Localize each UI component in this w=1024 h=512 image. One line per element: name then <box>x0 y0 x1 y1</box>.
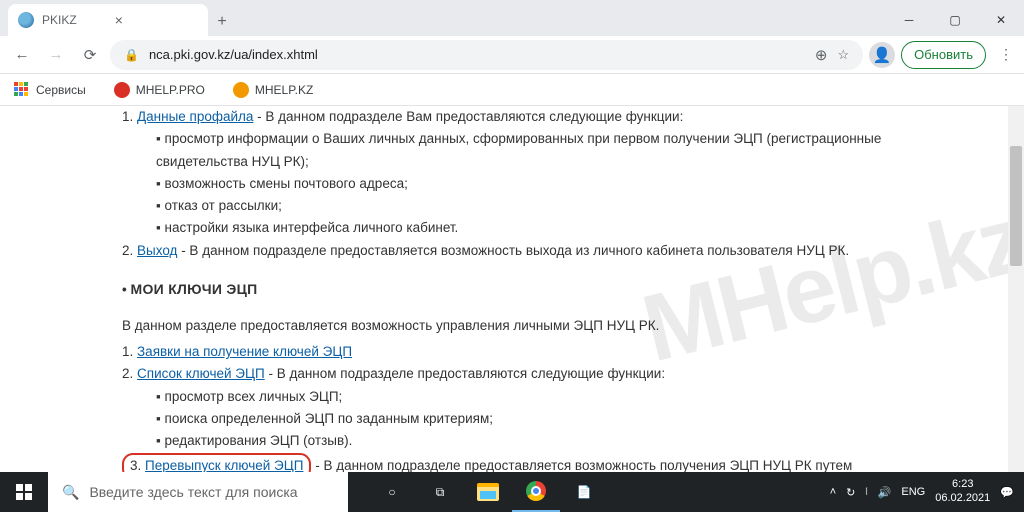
browser-tab[interactable]: PKIKZ × <box>8 4 208 36</box>
language-indicator[interactable]: ENG <box>901 486 925 498</box>
reload-button[interactable]: ⟳ <box>76 41 104 69</box>
forward-button[interactable]: → <box>42 41 70 69</box>
profile-data-link[interactable]: Данные профайла <box>137 109 253 124</box>
zoom-icon[interactable]: ⊕ <box>815 46 828 64</box>
tray-up-icon[interactable]: ˄ <box>830 486 836 498</box>
list-item: отказ от рассылки; <box>156 195 948 217</box>
lock-icon: 🔒 <box>124 48 139 62</box>
cortana-button[interactable]: ○ <box>368 472 416 512</box>
bookmark-star-icon[interactable]: ☆ <box>837 47 849 63</box>
taskbar-clock[interactable]: 6:23 06.02.2021 <box>935 478 990 506</box>
key-list-functions: просмотр всех личных ЭЦП; поиска определ… <box>122 386 948 453</box>
volume-icon[interactable]: 🔊 <box>878 486 892 499</box>
page-content: MHelp.kz 1. Данные профайла - В данном п… <box>36 106 988 476</box>
notifications-icon[interactable]: 💬 <box>1000 486 1014 499</box>
update-button[interactable]: Обновить <box>901 41 986 69</box>
search-icon: 🔍 <box>62 484 79 501</box>
wifi-icon[interactable]: ⧙ <box>865 486 867 499</box>
key-list-link[interactable]: Список ключей ЭЦП <box>137 366 265 381</box>
list-item: поиска определенной ЭЦП по заданным крит… <box>156 408 948 430</box>
list-item: просмотр информации о Ваших личных данны… <box>156 128 948 173</box>
list-item: просмотр всех личных ЭЦП; <box>156 386 948 408</box>
windows-taskbar: 🔍 Введите здесь текст для поиска ○ ⧉ 📄 ˄… <box>0 472 1024 512</box>
tab-favicon <box>18 12 34 28</box>
bookmarks-bar: Сервисы MHELP.PRO MHELP.KZ <box>0 74 1024 106</box>
taskbar-search[interactable]: 🔍 Введите здесь текст для поиска <box>48 472 348 512</box>
reissue-keys-link[interactable]: Перевыпуск ключей ЭЦП <box>145 458 303 473</box>
profile-functions-list: просмотр информации о Ваших личных данны… <box>122 128 948 239</box>
exit-link[interactable]: Выход <box>137 243 177 258</box>
explorer-icon <box>477 483 499 501</box>
bookmark-favicon <box>114 82 130 98</box>
url-text: nca.pki.gov.kz/ua/index.xhtml <box>149 47 318 62</box>
start-button[interactable] <box>0 472 48 512</box>
window-titlebar: PKIKZ × + ─ ▢ ✕ <box>0 0 1024 36</box>
bookmark-mhelp-pro[interactable]: MHELP.PRO <box>108 78 211 102</box>
apps-shortcut[interactable]: Сервисы <box>8 78 92 102</box>
list-item: настройки языка интерфейса личного кабин… <box>156 217 948 239</box>
bookmark-mhelp-kz[interactable]: MHELP.KZ <box>227 78 319 102</box>
search-placeholder: Введите здесь текст для поиска <box>89 484 297 500</box>
request-keys-link[interactable]: Заявки на получение ключей ЭЦП <box>137 344 352 359</box>
back-button[interactable]: ← <box>8 41 36 69</box>
task-view-button[interactable]: ⧉ <box>416 472 464 512</box>
page-viewport: MHelp.kz 1. Данные профайла - В данном п… <box>0 106 1024 476</box>
apps-icon <box>14 82 30 98</box>
section-bullet: МОИ КЛЮЧИ ЭЦП <box>116 262 948 315</box>
tab-title: PKIKZ <box>42 13 77 27</box>
window-controls: ─ ▢ ✕ <box>886 4 1024 36</box>
tab-close-icon[interactable]: × <box>115 12 123 28</box>
chrome-icon <box>526 481 546 501</box>
section-title: МОИ КЛЮЧИ ЭЦП <box>130 278 257 301</box>
close-window-button[interactable]: ✕ <box>978 4 1024 36</box>
vertical-scrollbar[interactable] <box>1008 106 1024 476</box>
profile-avatar[interactable]: 👤 <box>869 42 895 68</box>
minimize-button[interactable]: ─ <box>886 4 932 36</box>
maximize-button[interactable]: ▢ <box>932 4 978 36</box>
list-item: возможность смены почтового адреса; <box>156 173 948 195</box>
sync-icon[interactable]: ↻ <box>846 486 855 499</box>
browser-toolbar: ← → ⟳ 🔒 nca.pki.gov.kz/ua/index.xhtml ⊕ … <box>0 36 1024 74</box>
notepad-button[interactable]: 📄 <box>560 472 608 512</box>
browser-menu-icon[interactable]: ⋮ <box>1000 42 1012 68</box>
section-intro: В данном разделе предоставляется возможн… <box>122 315 948 337</box>
file-explorer-button[interactable] <box>464 472 512 512</box>
list-item: редактирования ЭЦП (отзыв). <box>156 430 948 452</box>
system-tray: ˄ ↻ ⧙ 🔊 ENG 6:23 06.02.2021 💬 <box>830 478 1024 506</box>
new-tab-button[interactable]: + <box>208 8 236 36</box>
chrome-taskbar-button[interactable] <box>512 472 560 512</box>
address-bar[interactable]: 🔒 nca.pki.gov.kz/ua/index.xhtml ⊕ ☆ <box>110 40 863 70</box>
bookmark-favicon <box>233 82 249 98</box>
scrollbar-thumb[interactable] <box>1010 146 1022 266</box>
